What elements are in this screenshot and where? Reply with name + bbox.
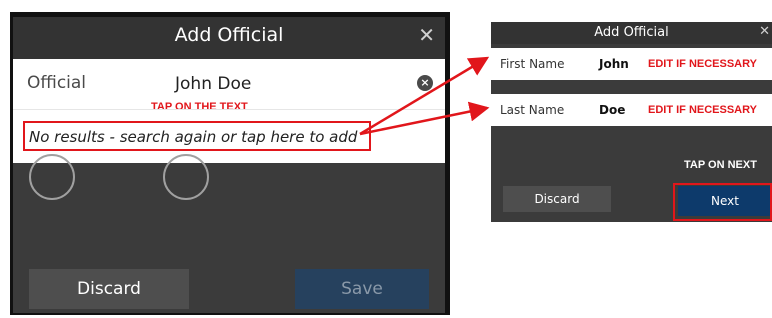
dialog-header: Add Official ✕	[13, 17, 445, 59]
first-name-label: First Name	[500, 57, 565, 71]
first-name-input[interactable]: John	[599, 57, 629, 71]
last-name-input[interactable]: Doe	[599, 103, 625, 117]
dialog-title: Add Official	[594, 25, 669, 40]
avatar-placeholder	[29, 154, 75, 200]
close-icon[interactable]: ✕	[418, 23, 435, 47]
annotation-tap-on-next: TAP ON NEXT	[684, 159, 757, 171]
official-search-input[interactable]: John Doe	[175, 74, 251, 94]
last-name-row[interactable]: Last Name Doe EDIT IF NECESSARY	[491, 94, 772, 126]
official-label: Official	[27, 73, 87, 93]
discard-button[interactable]: Discard	[503, 186, 611, 212]
add-official-dialog: Add Official ✕ Official John Doe × TAP O…	[13, 17, 445, 313]
annotation-edit-first: EDIT IF NECESSARY	[648, 58, 757, 70]
close-icon[interactable]: ✕	[759, 24, 770, 39]
annotation-edit-last: EDIT IF NECESSARY	[648, 104, 757, 116]
annotation-highlight-box	[23, 121, 371, 151]
dialog-header: Add Official ✕	[491, 22, 772, 44]
add-official-name-dialog: Add Official ✕ First Name John EDIT IF N…	[491, 22, 772, 222]
last-name-label: Last Name	[500, 103, 565, 117]
first-name-row[interactable]: First Name John EDIT IF NECESSARY	[491, 48, 772, 80]
annotation-highlight-box	[673, 183, 772, 221]
dialog-footer: Discard Save	[13, 269, 445, 313]
dialog-title: Add Official	[174, 24, 284, 46]
clear-circle-icon[interactable]: ×	[417, 75, 433, 91]
save-button[interactable]: Save	[295, 269, 429, 309]
discard-button[interactable]: Discard	[29, 269, 189, 309]
avatar-placeholder	[163, 154, 209, 200]
